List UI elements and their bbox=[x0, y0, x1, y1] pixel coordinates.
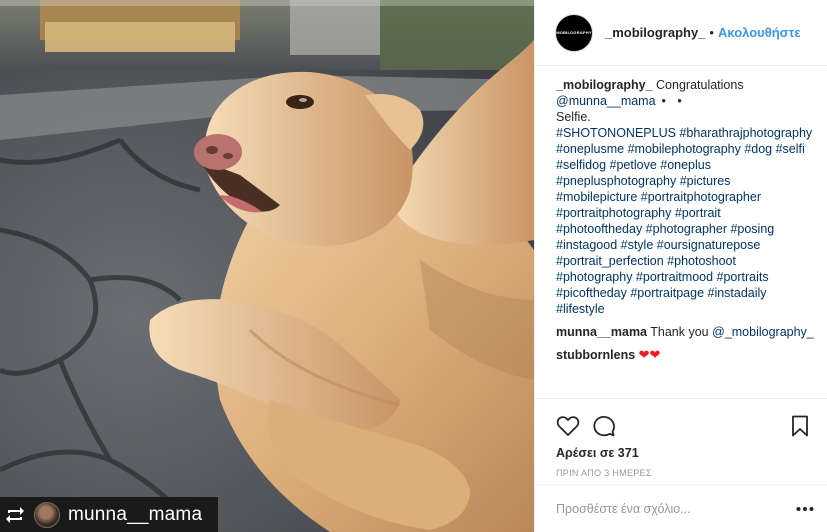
post-caption: _mobilography_ Congratulations @munna__m… bbox=[556, 77, 827, 317]
hashtag-line[interactable]: #oneplusme #mobilephotography #dog #self… bbox=[556, 141, 827, 157]
hashtag-line[interactable]: #selfidog #petlove #oneplus bbox=[556, 157, 827, 173]
comment-item: stubbornlens ❤❤ bbox=[556, 347, 827, 363]
author-avatar-text: MOBILOGRAPHY bbox=[556, 30, 592, 35]
post-side-panel: MOBILOGRAPHY _mobilography_ • Ακολουθήστ… bbox=[534, 0, 827, 532]
post-photo[interactable]: munna__mama bbox=[0, 0, 534, 532]
add-comment-bar bbox=[535, 484, 827, 532]
author-avatar[interactable]: MOBILOGRAPHY bbox=[555, 13, 593, 52]
hashtag-line[interactable]: #photooftheday #photographer #posing bbox=[556, 221, 827, 237]
comment-item: munna__mama Thank you @_mobilography_ bbox=[556, 324, 827, 340]
author-username[interactable]: _mobilography_ bbox=[605, 25, 705, 40]
hashtag-line[interactable]: #portraitphotography #portrait bbox=[556, 205, 827, 221]
hashtag-line[interactable]: #pneplusphotography #pictures bbox=[556, 173, 827, 189]
hashtag-line[interactable]: #SHOTONONEPLUS #bharathrajphotography bbox=[556, 125, 827, 141]
header-separator: • bbox=[709, 25, 714, 40]
repost-avatar bbox=[34, 501, 60, 528]
post-header: MOBILOGRAPHY _mobilography_ • Ακολουθήστ… bbox=[535, 0, 827, 66]
hashtag-line[interactable]: #picoftheday #portraitpage #instadaily bbox=[556, 285, 827, 301]
comments-list[interactable]: _mobilography_ Congratulations @munna__m… bbox=[535, 67, 827, 398]
post-actions: Αρέσει σε 371 ΠΡΙΝ ΑΠΟ 3 ΗΜΕΡΕΣ bbox=[535, 398, 827, 484]
ellipsis-icon[interactable] bbox=[794, 498, 816, 520]
hashtag-line[interactable]: #mobilepicture #portraitphotographer bbox=[556, 189, 827, 205]
follow-button[interactable]: Ακολουθήστε bbox=[718, 25, 801, 40]
post-timestamp[interactable]: ΠΡΙΝ ΑΠΟ 3 ΗΜΕΡΕΣ bbox=[556, 468, 812, 478]
dog-selfie-image bbox=[0, 0, 534, 532]
action-row bbox=[556, 411, 812, 441]
likes-count[interactable]: Αρέσει σε 371 bbox=[556, 446, 812, 460]
hashtag-line[interactable]: #lifestyle bbox=[556, 301, 827, 317]
speech-bubble-icon[interactable] bbox=[592, 414, 616, 438]
repost-username: munna__mama bbox=[68, 503, 203, 525]
caption-text: Congratulations bbox=[656, 78, 744, 92]
repost-badge: munna__mama bbox=[0, 497, 218, 532]
repost-icon bbox=[4, 504, 26, 526]
comment-input[interactable] bbox=[556, 501, 794, 516]
comment-username[interactable]: stubbornlens bbox=[556, 348, 635, 362]
caption-mention[interactable]: @munna__mama bbox=[556, 94, 656, 108]
comment-text: Thank you bbox=[650, 325, 709, 339]
caption-selfie-line: Selfie. bbox=[556, 110, 591, 124]
hashtag-line[interactable]: #instagood #style #oursignaturepose bbox=[556, 237, 827, 253]
bookmark-icon[interactable] bbox=[788, 414, 812, 438]
caption-dots: • • bbox=[661, 94, 686, 108]
heart-outline-icon[interactable] bbox=[556, 414, 580, 438]
caption-first-line: _mobilography_ Congratulations bbox=[556, 77, 827, 93]
comment-mention[interactable]: @_mobilography_ bbox=[712, 325, 814, 339]
hashtag-line[interactable]: #photography #portraitmood #portraits bbox=[556, 269, 827, 285]
caption-mention-line: @munna__mama • • bbox=[556, 93, 827, 109]
comment-hearts: ❤❤ bbox=[638, 347, 661, 362]
hashtag-line[interactable]: #portrait_perfection #photoshoot bbox=[556, 253, 827, 269]
caption-username[interactable]: _mobilography_ bbox=[556, 78, 653, 92]
comment-username[interactable]: munna__mama bbox=[556, 325, 647, 339]
